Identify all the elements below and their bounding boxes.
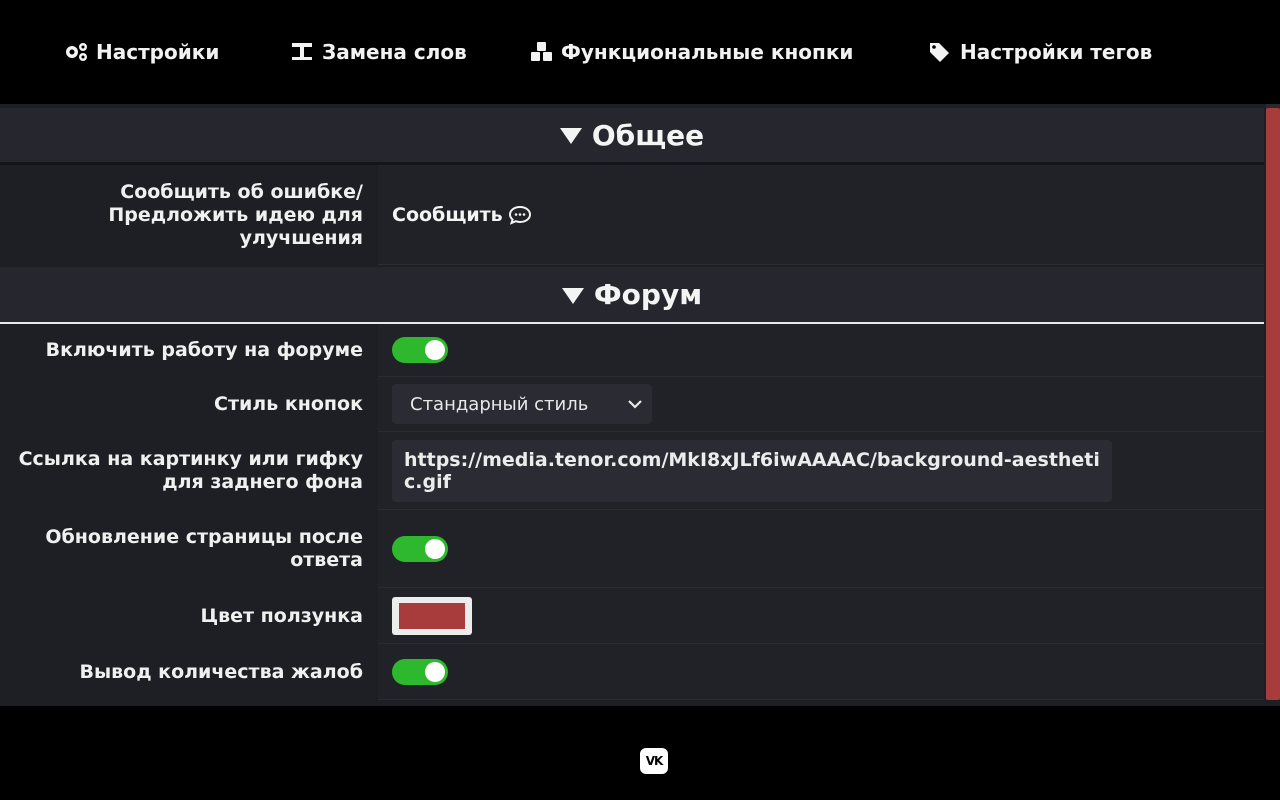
nav-item-function-buttons[interactable]: Функциональные кнопки <box>529 38 853 66</box>
nav-item-label: Замена слов <box>322 40 467 64</box>
section-title: Общее <box>591 118 705 152</box>
collapse-triangle-icon <box>561 287 584 304</box>
button-style-select[interactable]: Стандарный стиль <box>392 384 652 424</box>
nav-item-word-replace[interactable]: Замена слов <box>290 38 467 66</box>
top-navigation: Настройки Замена слов Функциональные кно… <box>0 0 1280 104</box>
setting-row-report: Сообщить об ошибке/ Предложить идею для … <box>0 165 1264 265</box>
vk-logo-link[interactable]: VK <box>640 748 668 774</box>
setting-row-slider-color: Цвет ползунка <box>0 588 1264 644</box>
setting-row-enable-forum: Включить работу на форуме <box>0 324 1264 377</box>
section-title: Форум <box>593 278 703 311</box>
chevron-down-icon <box>628 400 642 409</box>
setting-label: Включить работу на форуме <box>45 339 363 361</box>
collapse-triangle-icon <box>559 128 582 144</box>
vk-logo-text: VK <box>645 754 664 768</box>
tags-icon <box>930 43 949 62</box>
settings-panel: Общее Сообщить об ошибке/ Предложить иде… <box>0 104 1266 700</box>
text-replace-icon <box>292 43 312 60</box>
setting-row-background: Ссылка на картинку или гифку для заднего… <box>0 432 1264 510</box>
nav-item-settings[interactable]: Настройки <box>64 38 219 66</box>
slider-color-picker[interactable] <box>392 596 472 635</box>
scrollbar-thumb[interactable] <box>1266 108 1280 700</box>
cubes-icon <box>531 42 552 61</box>
section-header-forum[interactable]: Форум <box>0 267 1264 324</box>
setting-row-complaints: Вывод количества жалоб <box>0 644 1264 700</box>
nav-item-tag-settings[interactable]: Настройки тегов <box>928 38 1152 66</box>
report-link[interactable]: Сообщить <box>392 204 532 226</box>
setting-label: Ссылка на картинку или гифку для заднего… <box>18 448 363 493</box>
report-link-label: Сообщить <box>392 203 503 226</box>
nav-item-label: Настройки <box>96 40 220 64</box>
refresh-toggle[interactable] <box>392 535 448 562</box>
complaints-toggle[interactable] <box>392 658 448 685</box>
color-swatch-fill <box>399 602 465 629</box>
setting-label: Сообщить об ошибке/ Предложить идею для … <box>108 180 363 249</box>
background-url-input[interactable]: https://media.tenor.com/MkI8xJLf6iwAAAAC… <box>392 439 1112 502</box>
setting-label: Обновление страницы после ответа <box>45 526 363 571</box>
nav-item-label: Настройки тегов <box>960 40 1153 64</box>
enable-forum-toggle[interactable] <box>392 337 448 363</box>
gears-icon <box>66 43 87 61</box>
comment-dots-icon <box>508 205 531 225</box>
setting-label: Стиль кнопок <box>214 393 363 415</box>
select-value: Стандарный стиль <box>410 393 589 415</box>
setting-label: Цвет ползунка <box>200 604 363 627</box>
setting-row-button-style: Стиль кнопок Стандарный стиль <box>0 377 1264 432</box>
setting-label: Вывод количества жалоб <box>79 660 363 683</box>
setting-row-refresh: Обновление страницы после ответа <box>0 510 1264 588</box>
section-header-general[interactable]: Общее <box>0 108 1264 165</box>
nav-item-label: Функциональные кнопки <box>561 40 854 64</box>
